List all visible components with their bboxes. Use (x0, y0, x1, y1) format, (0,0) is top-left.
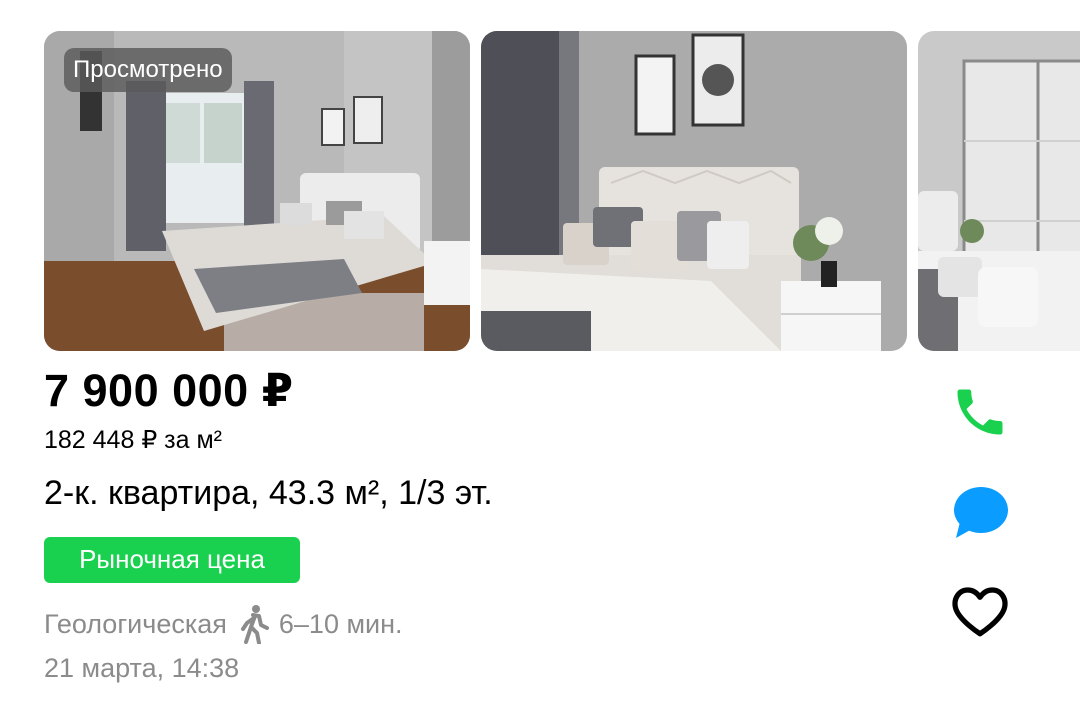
listing-photo-3[interactable] (918, 31, 1080, 351)
heart-icon (952, 587, 1008, 637)
chat-button[interactable] (948, 480, 1012, 544)
photo-gallery[interactable]: Просмотрено (44, 31, 1080, 351)
listing-photo-2[interactable] (481, 31, 907, 351)
favorite-button[interactable] (948, 578, 1012, 642)
bedroom-bed-image (481, 31, 907, 351)
listing-price: 7 900 000 ₽ (44, 365, 294, 416)
market-price-badge: Рыночная цена (44, 537, 300, 583)
listing-title[interactable]: 2-к. квартира, 43.3 м², 1/3 эт. (44, 474, 493, 513)
price-per-square-meter: 182 448 ₽ за м² (44, 426, 222, 454)
phone-icon (957, 389, 1003, 435)
listing-date: 21 марта, 14:38 (44, 653, 240, 683)
listing-photo-1[interactable]: Просмотрено (44, 31, 470, 351)
metro-walk-time: 6–10 мин. (278, 608, 403, 639)
call-button[interactable] (948, 380, 1012, 444)
bedroom-wardrobe-image (918, 31, 1080, 351)
metro-station: Геологическая (44, 608, 227, 639)
chat-bubble-icon (954, 487, 1008, 538)
viewed-badge: Просмотрено (64, 48, 232, 92)
metro-info: Геологическая 6–10 мин. (44, 604, 403, 644)
walking-icon (240, 605, 269, 644)
